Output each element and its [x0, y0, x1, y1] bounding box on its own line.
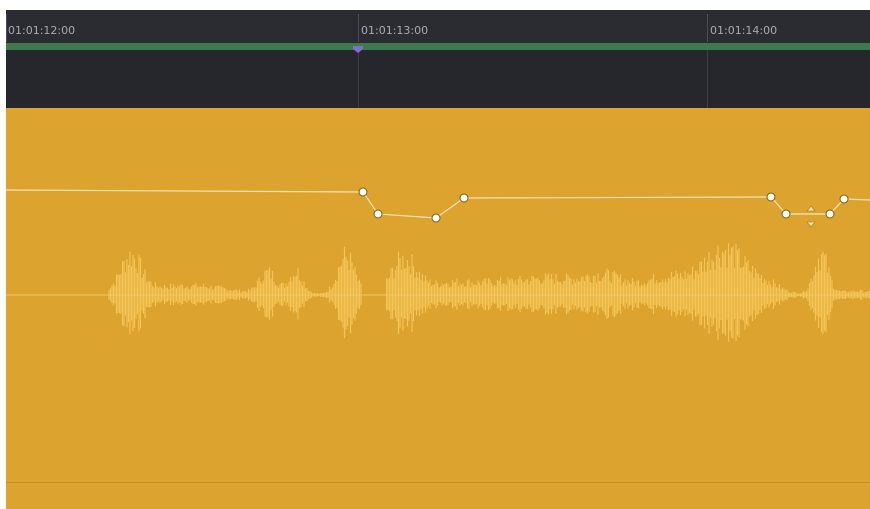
timeline-range-bar[interactable]	[6, 43, 870, 50]
keyframe-dot-icon[interactable]	[825, 209, 835, 219]
empty-track-area	[6, 50, 870, 108]
timecode-ruler[interactable]: 01:01:12:00 01:01:13:00 01:01:14:00	[6, 10, 870, 43]
keyframe-dot-icon[interactable]	[781, 209, 791, 219]
timeline-editor: 01:01:12:00 01:01:13:00 01:01:14:00	[6, 10, 870, 509]
ruler-tick	[358, 14, 359, 42]
keyframe-dot-icon[interactable]	[431, 213, 441, 223]
keyframe-dot-icon[interactable]	[459, 193, 469, 203]
keyframe-dot-icon[interactable]	[766, 192, 776, 202]
keyframe-dot-icon[interactable]	[373, 209, 383, 219]
playhead-marker-icon[interactable]	[353, 46, 363, 54]
timecode-label: 01:01:12:00	[8, 24, 76, 37]
nudge-down-icon[interactable]	[806, 221, 816, 228]
timecode-label: 01:01:13:00	[361, 24, 429, 37]
audio-waveform	[105, 243, 870, 342]
timecode-label: 01:01:14:00	[710, 24, 778, 37]
keyframe-dot-icon[interactable]	[839, 194, 849, 204]
keyframe-group	[358, 187, 849, 223]
timeline-viewer: 01:01:12:00 01:01:13:00 01:01:14:00	[0, 0, 870, 509]
timecode-gridline	[707, 50, 708, 108]
timecode-gridline	[358, 50, 359, 108]
audio-clip[interactable]	[6, 108, 870, 509]
nudge-up-icon[interactable]	[806, 205, 816, 212]
waveform-path	[105, 243, 870, 342]
volume-curve[interactable]	[6, 189, 870, 219]
keyframe-dot-icon[interactable]	[358, 187, 368, 197]
ruler-tick	[6, 14, 7, 42]
ruler-tick	[707, 14, 708, 42]
clip-content	[6, 187, 870, 342]
